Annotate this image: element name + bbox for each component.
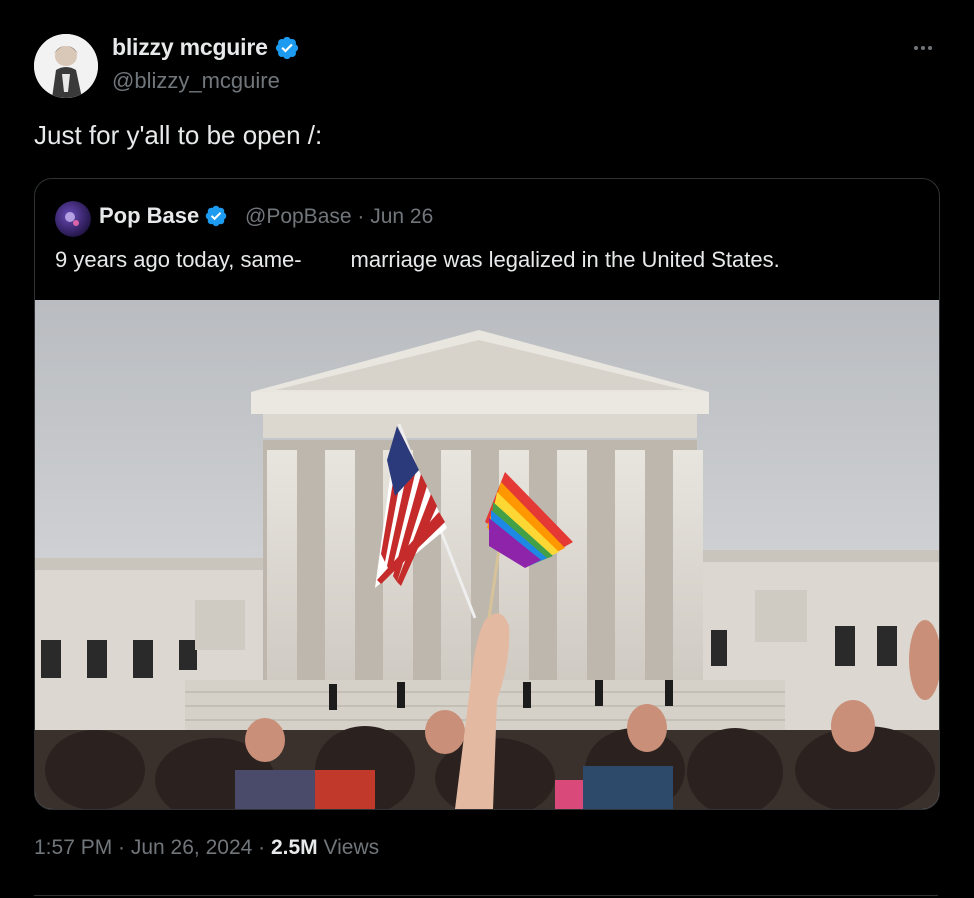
quoted-date[interactable]: Jun 26 [370,205,433,228]
author-name[interactable]: blizzy mcguire [112,34,268,61]
quoted-handle[interactable]: @PopBase [245,205,352,228]
author-handle[interactable]: @blizzy_mcguire [112,68,280,94]
views-label: Views [317,836,380,859]
quoted-meta: @PopBase · Jun 26 [245,205,433,229]
quoted-tweet-card[interactable]: Pop Base @PopBase · Jun 26 9 years ago t… [34,178,940,810]
more-options-icon[interactable] [908,38,938,58]
quoted-avatar[interactable] [55,201,91,237]
views-count: 2.5M [270,836,318,859]
author-avatar[interactable] [34,34,98,98]
tweet-timestamp[interactable]: 1:57 PM · Jun 26, 2024 · [34,836,271,859]
tweet-text: Just for y'all to be open /: [34,120,323,150]
author-name-row[interactable]: blizzy mcguire [112,34,300,61]
verified-badge-icon [206,205,227,227]
quoted-name[interactable]: Pop Base [99,203,199,229]
meta-separator: · [357,205,371,228]
quoted-photo[interactable] [35,300,939,809]
quoted-text: 9 years ago today, same- marriage was le… [55,247,780,272]
tweet-footer: 1:57 PM · Jun 26, 2024 · 2.5M Views [34,836,379,860]
quoted-name-row[interactable]: Pop Base [99,203,228,229]
verified-badge-icon [275,36,298,59]
divider [34,895,938,896]
